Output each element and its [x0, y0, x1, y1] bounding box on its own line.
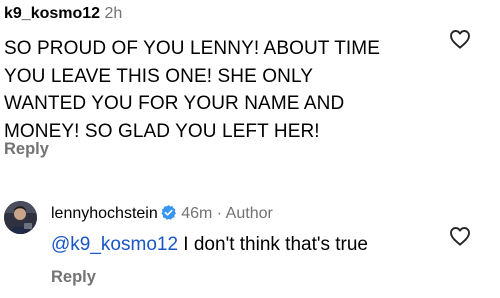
comment-timestamp: 2h: [104, 5, 123, 22]
verified-badge-icon: [161, 205, 176, 220]
comment-text-line: MONEY! SO GLAD YOU LEFT HER!: [4, 120, 320, 142]
comment-header: k9_kosmo12 2h: [4, 3, 122, 25]
comment-username[interactable]: lennyhochstein: [51, 205, 158, 222]
comment-item: k9_kosmo12 2h SO PROUD OF YOU LENNY! ABO…: [0, 0, 500, 190]
comment-item: lennyhochstein 46m · Author @k9_kosmo12 …: [0, 190, 500, 298]
comment-text-line: YOU LEAVE THIS ONE! SHE ONLY: [4, 65, 313, 87]
reply-button[interactable]: Reply: [4, 140, 49, 159]
comment-header: lennyhochstein 46m · Author: [51, 203, 273, 225]
mention-link[interactable]: @k9_kosmo12: [51, 234, 178, 255]
comment-username[interactable]: k9_kosmo12: [4, 5, 100, 22]
comment-text: @k9_kosmo12 I don't think that's true: [51, 231, 368, 258]
comment-timestamp: 46m: [181, 205, 213, 222]
comment-text: SO PROUD OF YOU LENNY! ABOUT TIME YOU LE…: [4, 35, 424, 145]
avatar-image: [4, 201, 37, 234]
heart-outline-icon[interactable]: [447, 27, 473, 51]
heart-outline-icon[interactable]: [447, 224, 473, 248]
separator-dot: ·: [216, 205, 223, 222]
comment-text-content: I don't think that's true: [178, 234, 369, 255]
reply-button[interactable]: Reply: [51, 268, 96, 287]
comment-text-line: WANTED YOU FOR YOUR NAME AND: [4, 93, 345, 114]
comment-text-line: SO PROUD OF YOU LENNY! ABOUT TIME: [4, 38, 380, 59]
author-label: Author: [225, 205, 273, 222]
profile-avatar[interactable]: [4, 201, 37, 234]
